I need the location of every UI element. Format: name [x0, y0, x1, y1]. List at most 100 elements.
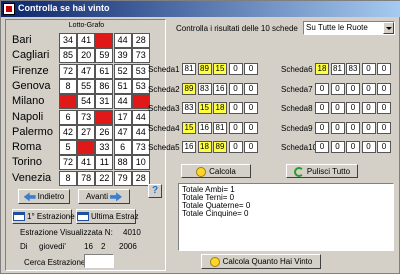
scheda-number-input[interactable]: 89: [213, 141, 227, 153]
help-button[interactable]: ?: [148, 184, 162, 198]
scheda-label: Scheda6: [281, 65, 313, 74]
scheda-label: Scheda2: [148, 84, 180, 94]
grid-number-cell: 17: [113, 109, 132, 125]
grid-number-cell: 72: [59, 63, 77, 79]
scheda-number-input[interactable]: 0: [361, 63, 376, 75]
grid-number-cell: 54: [77, 94, 96, 110]
scheda-number-input[interactable]: 0: [315, 121, 329, 134]
scheda-label: Scheda9: [281, 123, 313, 133]
scheda-number-input[interactable]: 0: [315, 102, 329, 114]
scheda-number-input[interactable]: 0: [228, 121, 243, 134]
prev-button[interactable]: Indietro: [18, 189, 70, 204]
scheda-number-input[interactable]: 0: [228, 102, 243, 114]
check-icon: [196, 166, 207, 177]
scheda-number-input[interactable]: 0: [315, 141, 329, 153]
scheda-number-input[interactable]: 89: [182, 82, 196, 95]
scheda-number-input[interactable]: 0: [244, 82, 258, 95]
scheda-number-input[interactable]: 0: [346, 102, 360, 114]
first-estrazione-button[interactable]: 1° Estrazione: [12, 209, 75, 224]
calcola-vinto-button[interactable]: Calcola Quanto Hai Vinto: [201, 254, 321, 269]
grid-number-cell: 16: [59, 94, 77, 110]
scheda-number-input[interactable]: 83: [197, 82, 212, 95]
scheda-label: Scheda10: [281, 143, 318, 152]
scheda-number-input[interactable]: 0: [330, 121, 345, 134]
grid-number-cell: 41: [77, 155, 96, 171]
scheda-number-input[interactable]: 0: [377, 141, 391, 153]
scheda-number-input[interactable]: 15: [182, 121, 196, 134]
city-name: Torino: [12, 156, 42, 169]
scheda-number-input[interactable]: 0: [330, 141, 345, 153]
grid-number-cell: 61: [95, 63, 114, 79]
scheda-number-input[interactable]: 0: [377, 102, 391, 114]
search-estrazione-input[interactable]: [84, 254, 114, 268]
check-icon: [209, 256, 220, 267]
scheda-number-input[interactable]: 15: [213, 63, 227, 75]
scheda-number-input[interactable]: 81: [330, 63, 345, 75]
next-button[interactable]: Avanti: [78, 189, 130, 204]
city-name: Cagliari: [12, 49, 50, 62]
scheda-number-input[interactable]: 0: [244, 121, 258, 134]
scheda-number-input[interactable]: 0: [228, 82, 243, 95]
grid-number-cell: 78: [77, 170, 96, 186]
scheda-number-input[interactable]: 81: [213, 121, 227, 134]
scheda-number-input[interactable]: 0: [330, 82, 345, 95]
scheda-number-input[interactable]: 15: [197, 102, 212, 114]
grid-row: Venezia 8 78 22 79 28: [10, 170, 165, 186]
scheda-number-input[interactable]: 0: [361, 141, 376, 153]
results-textarea[interactable]: Totale Ambi= 1 Totale Terni= 0 Totale Qu…: [178, 183, 394, 251]
scheda-number-input[interactable]: 89: [197, 63, 212, 75]
scheda-number-input[interactable]: 0: [228, 141, 243, 153]
scheda-number-input[interactable]: 81: [182, 63, 196, 75]
date-day: 16: [84, 242, 93, 251]
grid-row: Torino 72 41 11 88 10: [10, 155, 165, 171]
scheda-number-input[interactable]: 0: [377, 121, 391, 134]
pulisci-button[interactable]: Pulisci Tutto: [286, 164, 358, 178]
result-line: Totale Cinquine= 0: [182, 209, 249, 218]
grid-number-cell: 18: [95, 33, 114, 48]
scheda-label: Scheda1: [148, 65, 180, 74]
grid-number-cell: 42: [59, 124, 77, 140]
chevron-down-icon[interactable]: [383, 22, 394, 34]
scheda-number-input[interactable]: 0: [244, 63, 258, 75]
scheda-number-input[interactable]: 0: [361, 102, 376, 114]
scheda-number-input[interactable]: 18: [197, 141, 212, 153]
scheda-number-input[interactable]: 0: [361, 82, 376, 95]
grid-number-cell: 6: [59, 109, 77, 125]
weekday: giovedi': [39, 242, 66, 251]
grid-number-cell: 11: [95, 155, 114, 171]
scheda-number-input[interactable]: 0: [315, 82, 329, 95]
scheda-label: Scheda8: [281, 104, 313, 113]
scheda-number-input[interactable]: 0: [228, 63, 243, 75]
grid-row: Bari 34 41 18 44 28: [10, 33, 165, 48]
grid-number-cell: 28: [131, 33, 150, 48]
calcola-button[interactable]: Calcola: [181, 164, 251, 178]
scheda-number-input[interactable]: 16: [197, 121, 212, 134]
grid-number-cell: 55: [77, 78, 96, 94]
scheda-number-input[interactable]: 18: [315, 63, 329, 75]
grid-number-cell: 8: [59, 170, 77, 186]
scheda-number-input[interactable]: 0: [244, 102, 258, 114]
scheda-number-input[interactable]: 0: [377, 63, 391, 75]
scheda-number-input[interactable]: 0: [346, 82, 360, 95]
scheda-number-input[interactable]: 83: [182, 102, 196, 114]
last-estrazione-button[interactable]: Ultima Estraz: [76, 209, 139, 224]
scheda-number-input[interactable]: 0: [244, 141, 258, 153]
grid-number-cell: 73: [131, 48, 150, 64]
di-label: Di: [20, 242, 28, 251]
scheda-number-input[interactable]: 16: [182, 141, 196, 153]
grid-number-cell: 88: [113, 155, 132, 171]
scheda-number-input[interactable]: 18: [213, 102, 227, 114]
ruote-select[interactable]: Su Tutte le Ruote: [303, 21, 395, 35]
scheda-number-input[interactable]: 0: [330, 102, 345, 114]
scheda-number-input[interactable]: 0: [377, 82, 391, 95]
scheda-number-input[interactable]: 83: [346, 63, 360, 75]
scheda-label: Scheda7: [281, 84, 313, 94]
scheda-number-input[interactable]: 0: [361, 121, 376, 134]
grid-number-cell: 22: [95, 170, 114, 186]
scheda-number-input[interactable]: 16: [213, 82, 227, 95]
city-name: Genova: [12, 79, 51, 92]
scheda-number-input[interactable]: 0: [346, 141, 360, 153]
grid-number-cell: 72: [59, 155, 77, 171]
grid-row: Genova 8 55 86 51 53: [10, 78, 165, 94]
scheda-number-input[interactable]: 0: [346, 121, 360, 134]
